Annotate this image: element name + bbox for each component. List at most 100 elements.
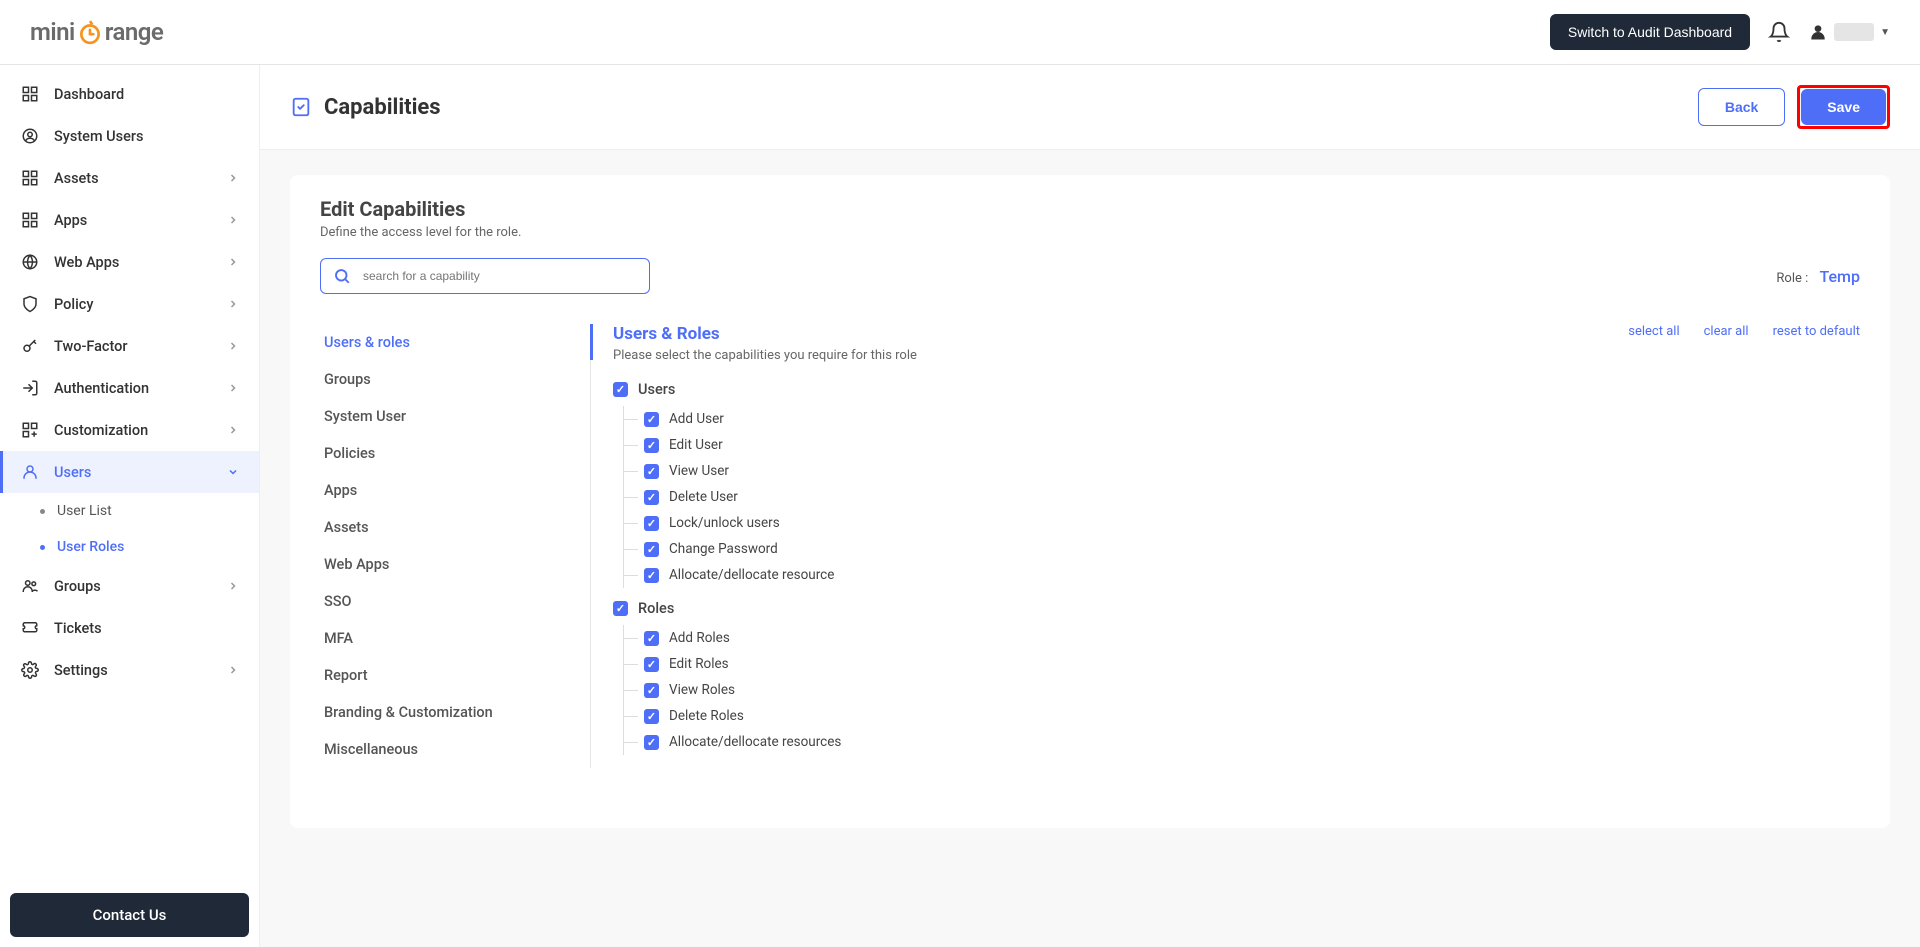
sidebar-item-assets[interactable]: Assets xyxy=(0,157,259,199)
bell-icon[interactable] xyxy=(1768,21,1790,43)
checkbox[interactable] xyxy=(644,516,659,531)
user-menu[interactable]: ▼ xyxy=(1808,22,1890,42)
cap-item-label: View User xyxy=(669,463,729,479)
dashboard-icon xyxy=(20,84,40,104)
cap-tab-report[interactable]: Report xyxy=(320,657,590,694)
cap-item-label: Delete User xyxy=(669,489,738,505)
save-button[interactable]: Save xyxy=(1801,89,1886,125)
user-icon xyxy=(20,462,40,482)
cap-tab-miscellaneous[interactable]: Miscellaneous xyxy=(320,731,590,768)
sidebar-item-tickets[interactable]: Tickets xyxy=(0,607,259,649)
sidebar-item-dashboard[interactable]: Dashboard xyxy=(0,73,259,115)
cap-group-head: Roles xyxy=(613,600,1860,617)
checkbox[interactable] xyxy=(644,542,659,557)
cap-tab-branding-customization[interactable]: Branding & Customization xyxy=(320,694,590,731)
apps-icon xyxy=(20,210,40,230)
cap-item: View Roles xyxy=(624,677,1860,703)
settings-icon xyxy=(20,660,40,680)
select-all-link[interactable]: select all xyxy=(1628,324,1679,339)
contact-us-button[interactable]: Contact Us xyxy=(10,893,249,937)
sidebar-subitem-user-roles[interactable]: User Roles xyxy=(0,529,259,565)
sidebar-item-label: System Users xyxy=(54,128,239,145)
checkbox[interactable] xyxy=(644,438,659,453)
logo-icon xyxy=(77,19,103,45)
cap-tab-mfa[interactable]: MFA xyxy=(320,620,590,657)
checkbox[interactable] xyxy=(613,382,628,397)
checkbox[interactable] xyxy=(644,412,659,427)
ticket-icon xyxy=(20,618,40,638)
sidebar-item-web-apps[interactable]: Web Apps xyxy=(0,241,259,283)
cap-tab-users-roles[interactable]: Users & roles xyxy=(320,324,590,361)
cap-item: Allocate/dellocate resource xyxy=(624,562,1860,588)
cap-item-label: Edit Roles xyxy=(669,656,729,672)
checkbox[interactable] xyxy=(644,631,659,646)
chevron-right-icon xyxy=(227,664,239,676)
cap-tab-sso[interactable]: SSO xyxy=(320,583,590,620)
checkbox[interactable] xyxy=(644,568,659,583)
chevron-right-icon xyxy=(227,382,239,394)
sidebar-item-label: Tickets xyxy=(54,620,239,637)
sidebar-item-label: Policy xyxy=(54,296,213,313)
checkbox[interactable] xyxy=(644,657,659,672)
chevron-right-icon xyxy=(227,172,239,184)
checkbox[interactable] xyxy=(644,709,659,724)
checkbox[interactable] xyxy=(644,464,659,479)
chevron-right-icon xyxy=(227,214,239,226)
sidebar-subitem-user-list[interactable]: User List xyxy=(0,493,259,529)
cap-group-label: Roles xyxy=(638,600,674,617)
capability-tabs: Users & rolesGroupsSystem UserPoliciesAp… xyxy=(320,324,590,768)
sidebar-item-two-factor[interactable]: Two-Factor xyxy=(0,325,259,367)
cap-section-subtitle: Please select the capabilities you requi… xyxy=(613,348,1860,363)
cap-tab-assets[interactable]: Assets xyxy=(320,509,590,546)
cap-item: Lock/unlock users xyxy=(624,510,1860,536)
chevron-down-icon: ▼ xyxy=(1880,27,1890,38)
search-input[interactable] xyxy=(363,269,637,283)
chevron-right-icon xyxy=(227,580,239,592)
chevron-right-icon xyxy=(227,256,239,268)
back-button[interactable]: Back xyxy=(1698,88,1785,126)
capabilities-icon xyxy=(290,96,312,118)
sidebar-item-authentication[interactable]: Authentication xyxy=(0,367,259,409)
page-header: Capabilities Back Save xyxy=(260,65,1920,150)
cap-item: View User xyxy=(624,458,1860,484)
checkbox[interactable] xyxy=(644,683,659,698)
cap-item: Delete User xyxy=(624,484,1860,510)
cap-item-label: Allocate/dellocate resource xyxy=(669,567,834,583)
sidebar-item-policy[interactable]: Policy xyxy=(0,283,259,325)
sidebar-item-customization[interactable]: Customization xyxy=(0,409,259,451)
cap-item-label: Delete Roles xyxy=(669,708,744,724)
cap-item: Add User xyxy=(624,406,1860,432)
sidebar-item-groups[interactable]: Groups xyxy=(0,565,259,607)
sidebar-item-settings[interactable]: Settings xyxy=(0,649,259,691)
switch-dashboard-button[interactable]: Switch to Audit Dashboard xyxy=(1550,14,1750,50)
checkbox[interactable] xyxy=(644,735,659,750)
cap-item-label: Allocate/dellocate resources xyxy=(669,734,841,750)
sidebar-item-users[interactable]: Users xyxy=(0,451,259,493)
cap-group-label: Users xyxy=(638,381,675,398)
checkbox[interactable] xyxy=(644,490,659,505)
reset-default-link[interactable]: reset to default xyxy=(1773,324,1860,339)
chevron-down-icon xyxy=(227,466,239,478)
cap-group-head: Users xyxy=(613,381,1860,398)
sidebar-item-label: Customization xyxy=(54,422,213,439)
checkbox[interactable] xyxy=(613,601,628,616)
sidebar-item-system-users[interactable]: System Users xyxy=(0,115,259,157)
cap-tab-apps[interactable]: Apps xyxy=(320,472,590,509)
shield-icon xyxy=(20,294,40,314)
globe-icon xyxy=(20,252,40,272)
sidebar-item-apps[interactable]: Apps xyxy=(0,199,259,241)
cap-item-label: Lock/unlock users xyxy=(669,515,780,531)
logo[interactable]: mini range xyxy=(30,18,163,46)
search-box[interactable] xyxy=(320,258,650,294)
bullet-icon xyxy=(40,545,45,550)
cap-tab-system-user[interactable]: System User xyxy=(320,398,590,435)
cap-tab-web-apps[interactable]: Web Apps xyxy=(320,546,590,583)
sidebar-item-label: Dashboard xyxy=(54,86,239,103)
cap-tab-policies[interactable]: Policies xyxy=(320,435,590,472)
capability-tree: UsersAdd UserEdit UserView UserDelete Us… xyxy=(613,381,1860,755)
clear-all-link[interactable]: clear all xyxy=(1704,324,1749,339)
cap-tab-groups[interactable]: Groups xyxy=(320,361,590,398)
sidebar-item-label: Settings xyxy=(54,662,213,679)
sidebar-item-label: Authentication xyxy=(54,380,213,397)
role-name: Temp xyxy=(1819,267,1860,286)
